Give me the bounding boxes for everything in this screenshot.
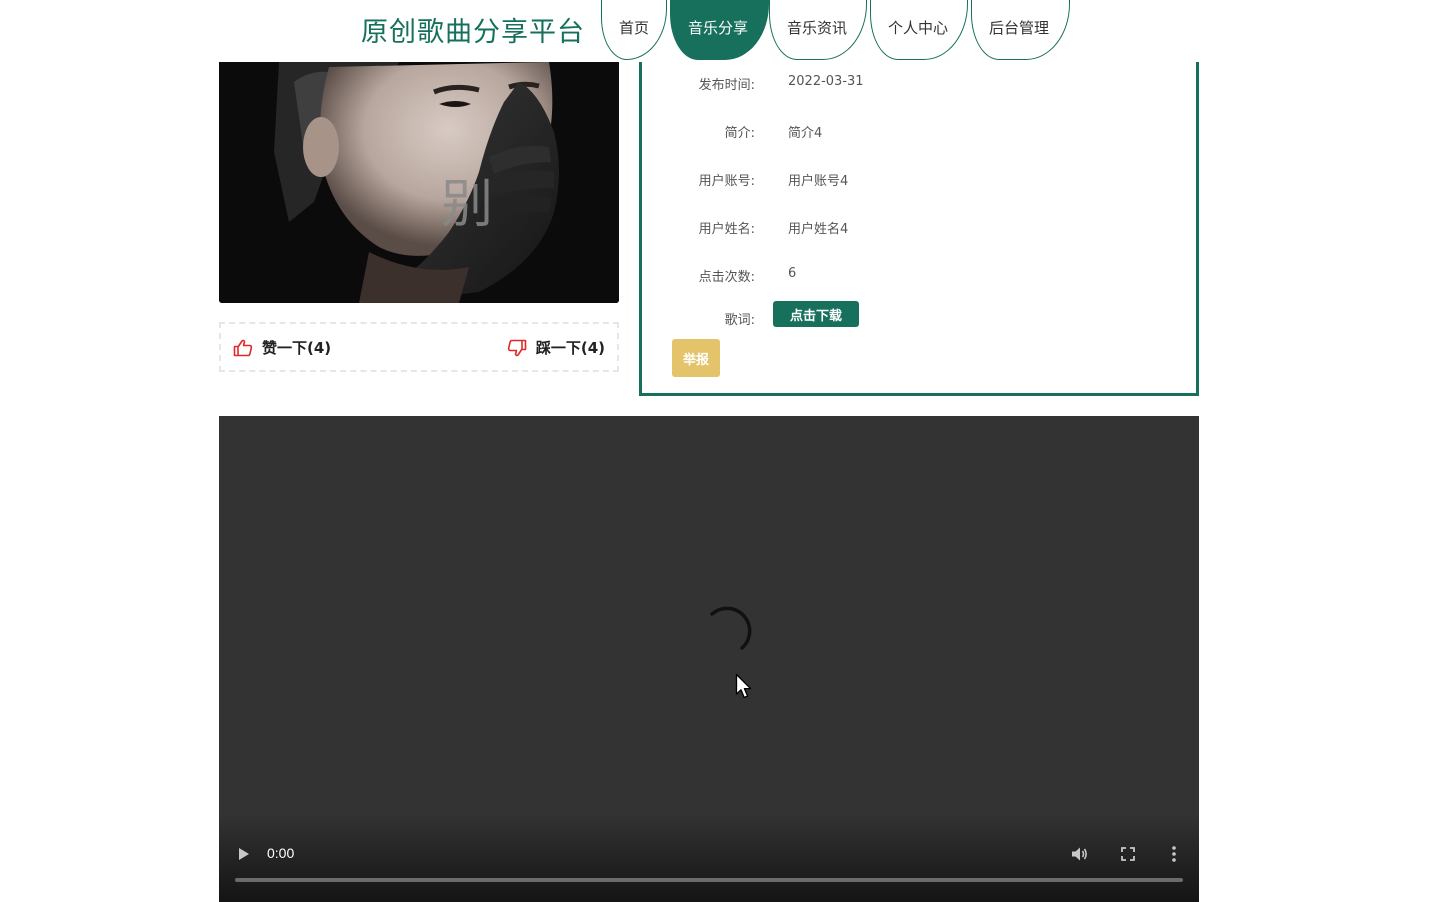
fullscreen-icon[interactable] <box>1120 846 1136 862</box>
play-icon[interactable] <box>237 846 251 862</box>
user-name-label: 用户姓名: <box>698 222 755 237</box>
intro-value: 简介4 <box>788 126 823 141</box>
dislike-button[interactable]: 踩一下(4) <box>507 337 605 358</box>
nav-tab-music-share[interactable]: 音乐分享 <box>670 0 769 60</box>
user-account-label: 用户账号: <box>698 174 755 189</box>
volume-icon[interactable] <box>1070 845 1088 863</box>
more-options-icon[interactable] <box>1171 845 1177 863</box>
video-player[interactable]: 0:00 <box>219 416 1199 902</box>
like-label: 赞一下(4) <box>262 339 332 357</box>
download-lyrics-button[interactable]: 点击下载 <box>773 301 859 327</box>
thumbs-up-icon <box>233 339 253 356</box>
report-button[interactable]: 举报 <box>672 339 720 377</box>
mouse-cursor-icon <box>735 673 752 699</box>
release-date-value: 2022-03-31 <box>788 74 864 89</box>
header: 原创歌曲分享平台 首页 音乐分享 音乐资讯 个人中心 后台管理 <box>0 0 1443 62</box>
click-count-value: 6 <box>788 266 797 281</box>
progress-bar[interactable] <box>235 878 1183 882</box>
click-count-label: 点击次数: <box>698 270 755 285</box>
song-info-panel: 发布时间: 2022-03-31 简介: 简介4 用户账号: 用户账号4 用户姓… <box>639 40 1199 396</box>
nav-tab-music-news[interactable]: 音乐资讯 <box>769 0 867 60</box>
user-account-value: 用户账号4 <box>788 174 849 189</box>
like-button[interactable]: 赞一下(4) <box>233 337 331 358</box>
cover-overlay-text: 别 <box>441 175 493 235</box>
user-name-value: 用户姓名4 <box>788 222 849 237</box>
intro-label: 简介: <box>724 126 755 141</box>
thumbs-down-icon <box>507 339 527 356</box>
album-cover: 别 <box>219 62 619 303</box>
loading-spinner-icon <box>710 606 752 650</box>
nav-tab-admin[interactable]: 后台管理 <box>971 0 1070 60</box>
vote-bar: 赞一下(4) 踩一下(4) <box>219 322 619 372</box>
site-title: 原创歌曲分享平台 <box>361 17 585 48</box>
nav-tab-home[interactable]: 首页 <box>601 0 667 60</box>
lyrics-label: 歌词: <box>724 313 755 328</box>
dislike-label: 踩一下(4) <box>535 339 605 357</box>
nav-tab-personal-center[interactable]: 个人中心 <box>870 0 968 60</box>
release-date-label: 发布时间: <box>698 78 755 93</box>
current-time: 0:00 <box>267 845 295 861</box>
album-cover-image: 别 <box>219 62 619 303</box>
player-controls: 0:00 <box>219 812 1199 902</box>
